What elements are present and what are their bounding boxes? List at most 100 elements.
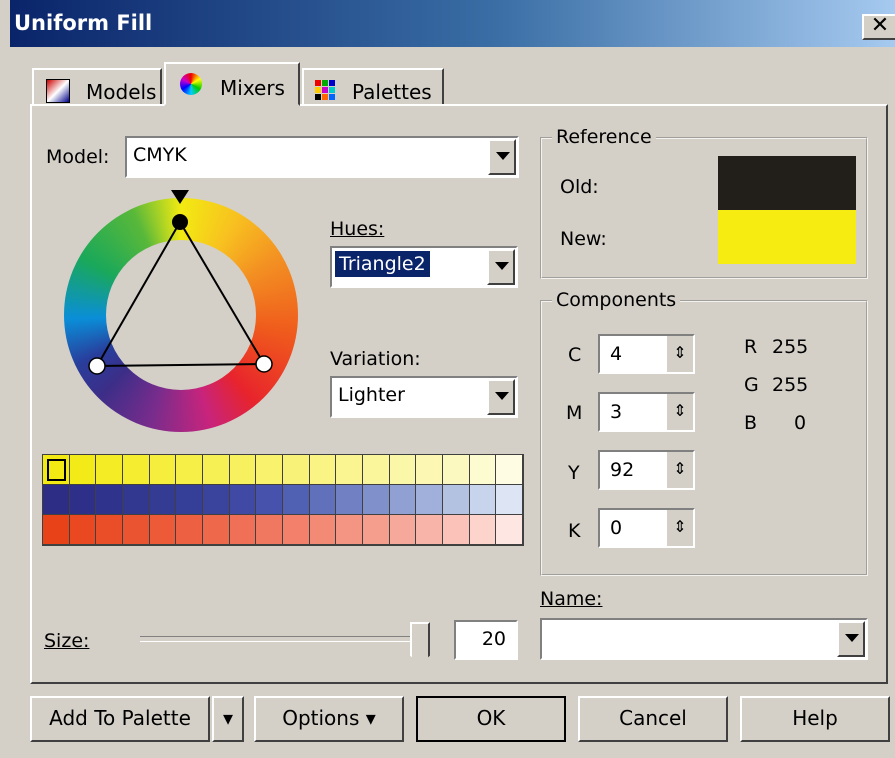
tab-palettes[interactable]: Palettes [302, 68, 444, 104]
color-swatch[interactable] [309, 455, 337, 485]
color-swatch[interactable] [469, 485, 497, 515]
color-swatch[interactable] [256, 455, 283, 485]
help-button[interactable]: Help [740, 696, 890, 742]
size-value: 20 [481, 628, 506, 650]
color-swatch[interactable] [123, 485, 150, 515]
color-swatch[interactable] [389, 455, 417, 485]
y-spinner[interactable]: 92 ⇕ [598, 450, 695, 490]
color-swatch[interactable] [416, 485, 443, 515]
model-select[interactable]: CMYK [125, 136, 519, 178]
color-swatch[interactable] [256, 515, 283, 545]
close-button[interactable]: ✕ [862, 14, 895, 40]
color-swatch[interactable] [336, 515, 363, 545]
swatch-grid [42, 454, 524, 546]
color-swatch[interactable] [496, 515, 523, 545]
spin-arrows-icon[interactable]: ⇕ [667, 452, 693, 488]
color-swatch[interactable] [149, 485, 177, 515]
color-swatch[interactable] [69, 485, 97, 515]
m-spinner[interactable]: 3 ⇕ [598, 392, 695, 432]
color-swatch[interactable] [443, 455, 470, 485]
chevron-down-icon[interactable] [487, 379, 515, 415]
hues-select[interactable]: Triangle2 [330, 246, 518, 288]
color-swatch[interactable] [363, 485, 390, 515]
c-spinner[interactable]: 4 ⇕ [598, 334, 695, 374]
color-swatch[interactable] [496, 455, 523, 485]
window-title: Uniform Fill [14, 11, 153, 35]
color-swatch[interactable] [309, 485, 337, 515]
options-button[interactable]: Options ▾ [254, 696, 404, 742]
k-spinner[interactable]: 0 ⇕ [598, 508, 695, 548]
chevron-down-icon: ▾ [365, 706, 376, 730]
add-to-palette-button[interactable]: Add To Palette [30, 696, 210, 742]
size-slider-track[interactable] [140, 636, 430, 642]
hue-handle-left[interactable] [88, 357, 106, 375]
color-swatch[interactable] [69, 515, 97, 545]
color-swatch[interactable] [283, 515, 310, 545]
spin-arrows-icon[interactable]: ⇕ [667, 336, 693, 372]
chevron-down-icon[interactable] [488, 139, 516, 175]
b-label: B [744, 412, 758, 434]
color-swatch[interactable] [229, 515, 257, 545]
size-label: Size: [44, 630, 90, 652]
color-swatch[interactable] [229, 485, 257, 515]
model-label: Model: [46, 146, 110, 168]
hue-triangle[interactable] [64, 184, 304, 384]
size-slider-thumb[interactable] [410, 622, 430, 664]
cancel-button[interactable]: Cancel [578, 696, 728, 742]
hue-handle-right[interactable] [255, 355, 273, 373]
color-swatch[interactable] [123, 515, 150, 545]
k-value: 0 [610, 517, 623, 539]
color-swatch[interactable] [389, 515, 417, 545]
chevron-down-icon[interactable] [837, 621, 865, 657]
color-swatch[interactable] [43, 515, 70, 545]
color-swatch[interactable] [363, 455, 390, 485]
color-swatch[interactable] [149, 455, 177, 485]
color-swatch[interactable] [203, 455, 230, 485]
color-swatch[interactable] [389, 485, 417, 515]
ok-button[interactable]: OK [416, 696, 566, 742]
tab-mixers[interactable]: Mixers [164, 62, 300, 106]
color-swatch[interactable] [149, 515, 177, 545]
spin-arrows-icon[interactable]: ⇕ [667, 510, 693, 546]
color-swatch[interactable] [229, 455, 257, 485]
color-swatch[interactable] [69, 455, 97, 485]
color-swatch[interactable] [336, 485, 363, 515]
color-swatch[interactable] [43, 455, 70, 485]
color-swatch[interactable] [96, 515, 123, 545]
color-swatch[interactable] [496, 485, 523, 515]
color-swatch[interactable] [469, 515, 497, 545]
color-swatch[interactable] [416, 515, 443, 545]
color-swatch[interactable] [309, 515, 337, 545]
c-value: 4 [610, 343, 623, 365]
chevron-down-icon[interactable] [487, 249, 515, 285]
components-title: Components [552, 289, 681, 311]
color-swatch[interactable] [96, 455, 123, 485]
tab-models[interactable]: Models [32, 68, 162, 104]
name-input[interactable] [540, 618, 868, 660]
color-swatch[interactable] [203, 515, 230, 545]
color-swatch[interactable] [336, 455, 363, 485]
variation-select[interactable]: Lighter [330, 376, 518, 418]
color-swatch[interactable] [416, 455, 443, 485]
color-swatch[interactable] [469, 455, 497, 485]
color-swatch[interactable] [96, 485, 123, 515]
color-swatch[interactable] [203, 485, 230, 515]
color-swatch[interactable] [283, 455, 310, 485]
add-to-palette-dropdown[interactable]: ▾ [212, 696, 244, 742]
color-swatch[interactable] [43, 485, 70, 515]
uniform-fill-dialog: Uniform Fill ✕ Models Mixers Palettes Mo… [0, 0, 895, 758]
color-swatch[interactable] [283, 485, 310, 515]
color-swatch[interactable] [123, 455, 150, 485]
color-swatch[interactable] [363, 515, 390, 545]
color-swatch[interactable] [176, 515, 203, 545]
color-swatch[interactable] [176, 455, 203, 485]
color-swatch[interactable] [176, 485, 203, 515]
color-swatch[interactable] [443, 485, 470, 515]
add-to-palette-label: Add To Palette [49, 706, 191, 730]
hue-handle-primary[interactable] [172, 214, 188, 230]
color-swatch[interactable] [256, 485, 283, 515]
size-input[interactable]: 20 [454, 620, 518, 660]
model-value: CMYK [133, 144, 187, 166]
spin-arrows-icon[interactable]: ⇕ [667, 394, 693, 430]
color-swatch[interactable] [443, 515, 470, 545]
